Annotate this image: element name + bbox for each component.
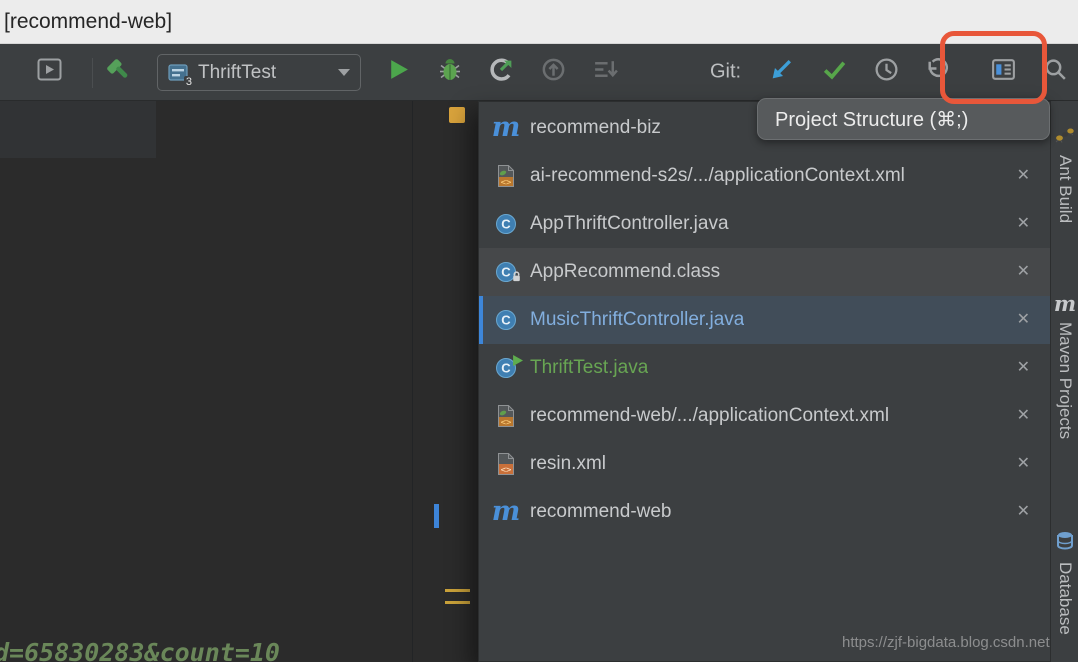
maven-icon: m — [1054, 293, 1076, 315]
run-configuration-combo[interactable]: 3 ThriftTest — [157, 54, 361, 91]
recent-file-row[interactable]: C AppRecommend.class ✕ — [479, 248, 1050, 296]
close-icon[interactable]: ✕ — [1017, 216, 1030, 232]
close-icon[interactable]: ✕ — [1017, 168, 1030, 184]
recent-files-popup: m recommend-biz <> ai-recommend-s2s/.../… — [478, 101, 1051, 662]
close-icon[interactable]: ✕ — [1017, 456, 1030, 472]
run-config-label: ThriftTest — [198, 62, 325, 84]
ide-window: [recommend-web] 3 ThriftTest — [0, 0, 1078, 662]
spring-xml-file-icon: <> — [493, 404, 519, 428]
spring-xml-file-icon: <> — [493, 164, 519, 188]
maven-module-icon: m — [493, 117, 519, 139]
toolbar-separator — [92, 58, 93, 88]
checkmark-icon — [821, 56, 848, 88]
scrollbar-caret-mark[interactable] — [434, 504, 439, 528]
editor-tab — [0, 101, 156, 158]
close-icon[interactable]: ✕ — [1017, 360, 1030, 376]
svg-text:C: C — [501, 313, 511, 328]
error-stripe-mark[interactable] — [449, 107, 465, 123]
recent-file-row[interactable]: C ThriftTest.java ✕ — [479, 344, 1050, 392]
java-class-icon: C — [493, 213, 519, 235]
main-toolbar: 3 ThriftTest — [0, 44, 1078, 101]
debug-bug-icon — [436, 56, 464, 89]
debug-button[interactable] — [436, 56, 464, 89]
svg-text:C: C — [501, 265, 511, 280]
close-icon[interactable]: ✕ — [1017, 312, 1030, 328]
error-stripe-dash[interactable] — [445, 589, 470, 592]
git-commit-button[interactable] — [821, 56, 848, 88]
tool-window-maven-projects[interactable]: m Maven Projects — [1051, 293, 1078, 439]
search-everywhere-button[interactable] — [1042, 56, 1069, 88]
list-arrow-icon — [592, 56, 619, 88]
editor-scrollbar-divider — [412, 101, 413, 662]
recent-file-row[interactable]: C AppThriftController.java ✕ — [479, 200, 1050, 248]
run-tool-window-button[interactable] — [36, 56, 63, 88]
right-tool-window-bar: Ant Build m Maven Projects Database — [1050, 101, 1078, 662]
history-button[interactable] — [873, 56, 900, 88]
maven-module-icon: m — [493, 501, 519, 523]
project-structure-icon — [990, 56, 1017, 88]
recent-file-row[interactable]: <> ai-recommend-s2s/.../applicationConte… — [479, 152, 1050, 200]
project-structure-tooltip: Project Structure (⌘;) — [757, 98, 1050, 140]
run-overlay-icon — [512, 353, 523, 371]
database-icon — [1056, 531, 1074, 555]
window-title-bar: [recommend-web] — [0, 0, 1078, 44]
lock-icon — [511, 269, 522, 287]
project-structure-button[interactable] — [990, 56, 1017, 88]
build-project-button[interactable] — [104, 55, 133, 89]
git-update-project-button[interactable] — [768, 56, 795, 88]
clock-icon — [873, 56, 900, 88]
error-stripe-dash[interactable] — [445, 601, 470, 604]
rollback-icon — [924, 56, 951, 88]
profiler-button-disabled — [540, 56, 567, 88]
svg-text:<>: <> — [501, 466, 512, 476]
recent-file-row[interactable]: m recommend-web ✕ — [479, 488, 1050, 536]
profiler-icon — [540, 56, 567, 88]
run-button[interactable] — [386, 57, 411, 87]
module-count-badge: 3 — [184, 76, 194, 88]
git-label: Git: — [710, 61, 741, 84]
java-class-readonly-icon: C — [493, 261, 519, 283]
recent-file-row-selected[interactable]: C MusicThriftController.java ✕ — [479, 296, 1050, 344]
xml-file-icon: <> — [493, 452, 519, 476]
svg-text:C: C — [501, 217, 511, 232]
tool-window-ant-build[interactable]: Ant Build — [1051, 125, 1078, 223]
watermark-url: https://zjf-bigdata.blog.csdn.net — [842, 634, 1050, 651]
close-icon[interactable]: ✕ — [1017, 408, 1030, 424]
chevron-down-icon — [338, 69, 350, 76]
svg-text:<>: <> — [501, 178, 512, 188]
recent-file-row[interactable]: <> recommend-web/.../applicationContext.… — [479, 392, 1050, 440]
build-steps-button-disabled — [592, 56, 619, 88]
editor-area[interactable]: d=65830283&count=10 — [0, 101, 478, 662]
tool-window-database[interactable]: Database — [1051, 531, 1078, 635]
recent-file-row[interactable]: <> resin.xml ✕ — [479, 440, 1050, 488]
run-window-icon — [36, 56, 63, 88]
update-arrow-icon — [768, 56, 795, 88]
search-icon — [1042, 56, 1069, 88]
svg-text:C: C — [501, 361, 511, 376]
tooltip-text: Project Structure (⌘;) — [775, 107, 968, 132]
window-title: [recommend-web] — [4, 10, 172, 34]
run-with-coverage-button[interactable] — [488, 56, 515, 88]
run-config-module-icon: 3 — [167, 62, 189, 84]
coverage-icon — [488, 56, 515, 88]
java-class-runnable-icon: C — [493, 357, 519, 379]
hammer-icon — [104, 55, 133, 89]
close-icon[interactable]: ✕ — [1017, 504, 1030, 520]
ant-icon — [1055, 125, 1075, 148]
svg-text:<>: <> — [501, 418, 512, 428]
code-string-fragment: d=65830283&count=10 — [0, 638, 280, 662]
close-icon[interactable]: ✕ — [1017, 264, 1030, 280]
rollback-button[interactable] — [924, 56, 951, 88]
run-play-icon — [386, 57, 411, 87]
java-class-icon: C — [493, 309, 519, 331]
